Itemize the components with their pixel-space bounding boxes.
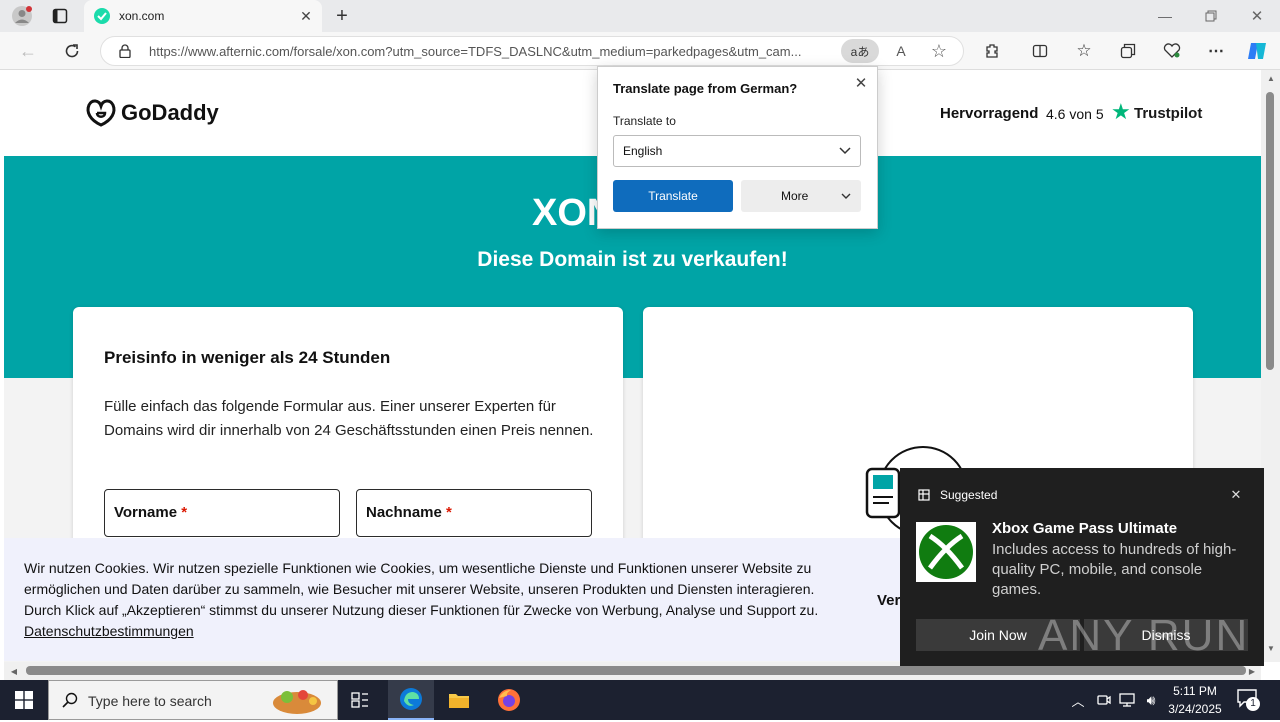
taskbar-search-box[interactable]: Type here to search	[48, 680, 338, 720]
trustpilot-logo[interactable]: Trustpilot	[1134, 105, 1202, 122]
url-text: https://www.afternic.com/forsale/xon.com…	[149, 44, 802, 59]
search-icon	[61, 691, 79, 709]
toast-body: Includes access to hundreds of high-qual…	[992, 541, 1237, 598]
browser-essentials-icon[interactable]	[1160, 40, 1184, 62]
minimize-icon[interactable]: —	[1154, 4, 1176, 28]
cookie-message: Wir nutzen Cookies. Wir nutzen spezielle…	[24, 560, 819, 618]
clock-date[interactable]: 3/24/2025	[1164, 702, 1226, 716]
refresh-icon[interactable]	[60, 40, 84, 62]
godaddy-logo-text[interactable]: GoDaddy	[121, 100, 219, 126]
last-name-field[interactable]: Nachname *	[356, 489, 592, 537]
language-select[interactable]: English	[613, 135, 861, 167]
file-explorer-icon[interactable]	[446, 688, 472, 712]
favorite-star-icon[interactable]: ☆	[927, 40, 951, 62]
scroll-left-icon[interactable]: ◀	[8, 665, 20, 677]
split-screen-icon[interactable]	[1028, 40, 1052, 62]
translate-to-label: Translate to	[613, 114, 676, 128]
extensions-icon[interactable]	[980, 40, 1004, 62]
edge-taskbar-icon[interactable]	[388, 680, 434, 720]
translate-button[interactable]: Translate	[613, 180, 733, 212]
tab-bar: xon.com ✕ + — ✕	[0, 0, 1280, 32]
network-icon[interactable]	[1116, 690, 1138, 710]
first-name-label: Vorname	[114, 504, 178, 521]
hero-subtitle: Diese Domain ist zu verkaufen!	[477, 248, 788, 271]
restore-icon[interactable]	[1200, 4, 1222, 28]
notifications-icon[interactable]: 1	[1236, 688, 1260, 712]
clock-time[interactable]: 5:11 PM	[1166, 684, 1224, 698]
trustpilot-star-icon: ★	[1111, 99, 1131, 124]
new-tab-icon[interactable]: +	[330, 4, 354, 28]
notification-count-badge: 1	[1246, 697, 1260, 711]
settings-more-icon[interactable]: ⋯	[1204, 40, 1228, 62]
translate-icon[interactable]: aあ	[841, 39, 879, 63]
chevron-down-icon	[836, 142, 854, 160]
task-view-icon[interactable]	[348, 688, 372, 712]
last-name-label: Nachname	[366, 504, 442, 521]
privacy-policy-link[interactable]: Datenschutzbestimmungen	[24, 623, 194, 639]
favorites-icon[interactable]: ☆	[1072, 40, 1096, 62]
form-description: Fülle einfach das folgende Formular aus.…	[104, 398, 594, 439]
close-popup-icon[interactable]: ✕	[851, 73, 871, 93]
chevron-down-icon	[838, 188, 854, 204]
show-hidden-icons-icon[interactable]: ︿	[1068, 690, 1088, 710]
windows-taskbar: Type here to search ︿ 🔊︎ 5:11 PM 3/24/20…	[0, 680, 1280, 720]
form-title: Preisinfo in weniger als 24 Stunden	[104, 348, 391, 367]
vertical-scroll-thumb[interactable]	[1266, 92, 1274, 370]
toast-header: Suggested	[940, 488, 998, 502]
toast-title: Xbox Game Pass Ultimate	[992, 520, 1178, 537]
translate-popup: Translate page from German? ✕ Translate …	[597, 66, 878, 229]
collections-icon[interactable]	[1116, 40, 1140, 62]
address-toolbar: ← https://www.afternic.com/forsale/xon.c…	[0, 32, 1280, 70]
tab-title: xon.com	[119, 9, 165, 23]
cookie-text: Wir nutzen Cookies. Wir nutzen spezielle…	[24, 558, 824, 642]
dismiss-button[interactable]: Dismiss	[1084, 619, 1248, 651]
tab-actions-icon[interactable]	[48, 4, 72, 28]
godaddy-logo-icon[interactable]	[84, 98, 118, 128]
required-marker: *	[181, 504, 188, 521]
close-toast-icon[interactable]: ✕	[1226, 486, 1246, 504]
scroll-right-icon[interactable]: ▶	[1246, 665, 1258, 677]
lock-icon[interactable]	[117, 43, 133, 59]
start-button-icon[interactable]	[0, 680, 48, 720]
info-card-partial-text: Ver	[877, 592, 901, 609]
url-bar[interactable]: https://www.afternic.com/forsale/xon.com…	[100, 36, 964, 66]
xbox-app-icon	[916, 522, 976, 582]
rating-word: Hervorragend	[940, 105, 1039, 122]
meet-now-icon[interactable]	[1094, 690, 1114, 710]
profile-icon[interactable]	[8, 4, 36, 28]
copilot-icon[interactable]	[1244, 39, 1270, 63]
more-button-label: More	[781, 189, 809, 203]
join-now-button[interactable]: Join Now	[916, 619, 1080, 651]
tab-xon[interactable]: xon.com ✕	[84, 0, 322, 32]
scroll-up-icon[interactable]: ▲	[1265, 72, 1277, 84]
xbox-notification: Suggested ✕ Xbox Game Pass Ultimate Incl…	[900, 468, 1264, 666]
more-button[interactable]: More	[741, 180, 861, 212]
search-highlight-icon	[263, 683, 329, 717]
suggested-icon	[916, 487, 932, 503]
close-window-icon[interactable]: ✕	[1246, 4, 1268, 28]
volume-icon[interactable]: 🔊︎	[1140, 690, 1162, 710]
back-icon[interactable]: ←	[16, 40, 40, 62]
horizontal-scroll-thumb[interactable]	[26, 666, 1246, 675]
scroll-down-icon[interactable]: ▼	[1265, 642, 1277, 654]
site-favicon-icon	[94, 8, 110, 24]
firefox-icon[interactable]	[496, 687, 522, 713]
rating-score: 4.6 von 5	[1046, 106, 1104, 122]
language-select-value: English	[623, 144, 663, 158]
read-aloud-icon[interactable]: A	[889, 40, 913, 62]
search-placeholder: Type here to search	[88, 693, 212, 709]
first-name-field[interactable]: Vorname *	[104, 489, 340, 537]
required-marker: *	[446, 504, 452, 521]
close-tab-icon[interactable]: ✕	[298, 8, 314, 24]
translate-popup-title: Translate page from German?	[613, 81, 798, 96]
